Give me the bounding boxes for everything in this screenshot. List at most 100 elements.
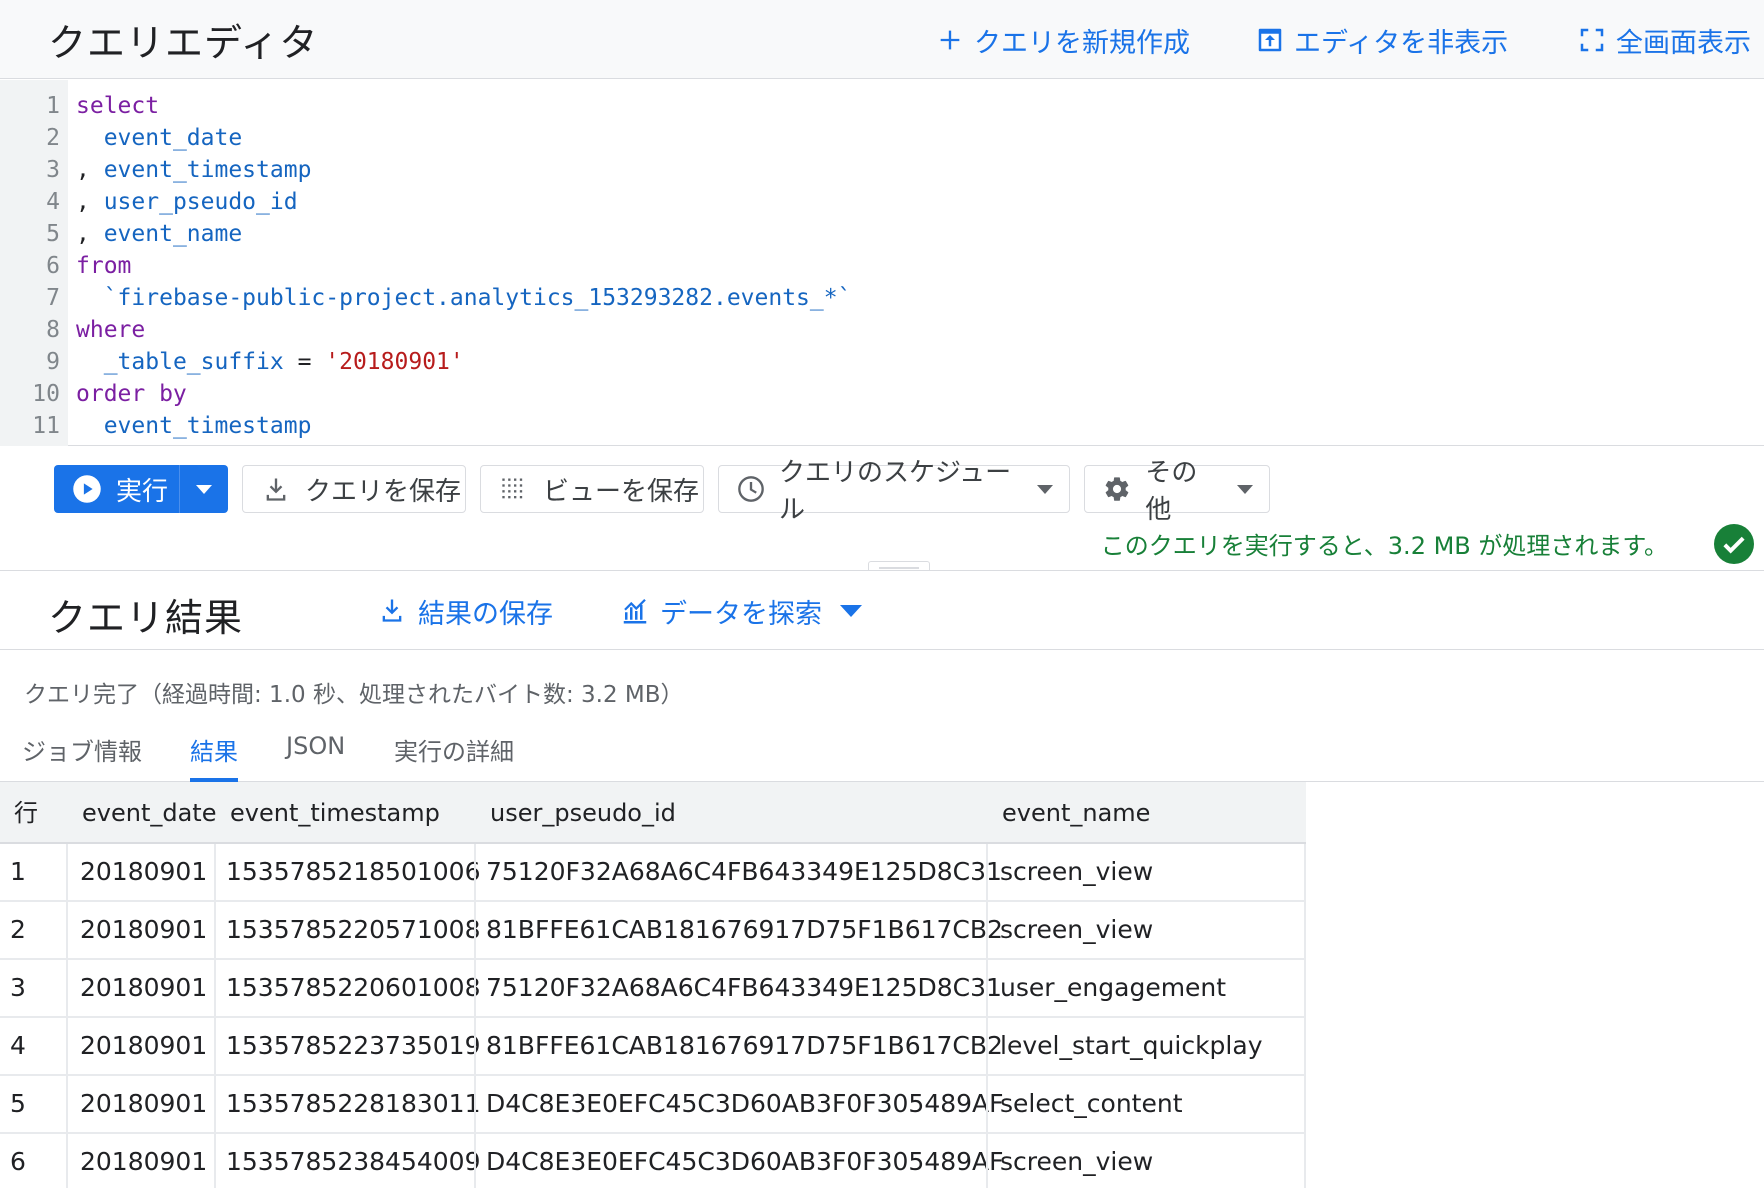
table-row[interactable]: 1 20180901 1535785218501006 75120F32A68A6C4…	[0, 844, 1306, 902]
table-cell: 20180901	[80, 1089, 208, 1118]
code-text: event_date	[76, 122, 242, 154]
code-line[interactable]: 4, user_pseudo_id	[0, 186, 1764, 218]
explore-data-label: データを探索	[660, 598, 822, 630]
schedule-query-label: クエリのスケジュール	[779, 458, 1012, 525]
column-header-user-pseudo-id: user_pseudo_id	[490, 799, 676, 827]
table-cell: D4C8E3E0EFC45C3D60AB3F0F305489AF	[486, 1089, 1004, 1118]
validator-message: このクエリを実行すると、3.2 MB が処理されます。	[1100, 532, 1668, 560]
code-token: from	[76, 253, 132, 279]
new-query-button[interactable]: クエリを新規作成	[934, 20, 1190, 60]
editor-toolbar: 実行 クエリを保存 ビューを保存 クエリのスケジュール その他 このクエリを実行…	[0, 446, 1764, 570]
chevron-down-icon	[1237, 484, 1253, 494]
line-number: 2	[46, 125, 60, 151]
code-line[interactable]: 6 from	[0, 250, 1764, 282]
run-button-group: 実行	[54, 465, 228, 513]
run-button[interactable]: 実行	[54, 465, 180, 513]
save-view-button[interactable]: ビューを保存	[480, 465, 704, 513]
table-cell: 4	[10, 1031, 26, 1060]
line-number: 5	[46, 221, 60, 247]
hide-editor-label: エディタを非表示	[1294, 27, 1509, 59]
check-circle-icon	[1714, 524, 1754, 564]
code-text: select	[76, 90, 159, 122]
table-row[interactable]: 6 20180901 1535785238454009 D4C8E3E0EFC45C3…	[0, 1134, 1306, 1188]
code-line[interactable]: 5 , event_name	[0, 218, 1764, 250]
download-icon	[378, 596, 408, 626]
code-text: , event_name	[76, 218, 242, 250]
tab-job-info[interactable]: ジョブ情報	[22, 732, 142, 782]
schedule-query-button[interactable]: クエリのスケジュール	[718, 458, 1070, 525]
code-token: order by	[76, 381, 187, 407]
code-token: where	[76, 317, 146, 343]
table-row[interactable]: 3 20180901 1535785220601008 75120F32A68A6C4…	[0, 960, 1306, 1018]
tab-json[interactable]: JSON	[286, 732, 345, 782]
code-line[interactable]: 3, event_timestamp	[0, 154, 1764, 186]
sql-editor[interactable]: 1 select 2 event_date 3, event_timestamp 4, …	[0, 80, 1764, 446]
code-token: _table_suffix	[103, 349, 284, 375]
plus-icon	[934, 24, 966, 56]
column-divider	[66, 844, 68, 1188]
table-cell: 6	[10, 1147, 26, 1176]
clock-icon	[737, 474, 765, 504]
job-status: クエリ完了（経過時間: 1.0 秒、処理されたバイト数: 3.2 MB）	[24, 682, 684, 708]
table-cell: 1535785228183011	[226, 1089, 481, 1118]
line-number: 8	[46, 317, 60, 343]
line-number: 11	[32, 413, 60, 439]
table-row[interactable]: 5 20180901 1535785228183011 D4C8E3E0EFC45C3…	[0, 1076, 1306, 1134]
tab-results[interactable]: 結果	[190, 732, 238, 782]
column-divider	[986, 844, 988, 1188]
code-token: ,	[76, 221, 104, 247]
explore-data-button[interactable]: データを探索	[620, 591, 862, 631]
table-cell: level_start_quickplay	[1000, 1031, 1263, 1060]
save-query-label: クエリを保存	[305, 476, 462, 507]
column-header-event-date: event_date	[82, 799, 217, 827]
tab-execution-details[interactable]: 実行の詳細	[394, 732, 514, 782]
run-label: 実行	[116, 476, 169, 507]
table-cell: 75120F32A68A6C4FB643349E125D8C31	[486, 857, 1002, 886]
code-line[interactable]: 7 `firebase-public-project.analytics_153…	[0, 282, 1764, 314]
column-header-event-timestamp: event_timestamp	[230, 799, 440, 827]
table-cell: 81BFFE61CAB181676917D75F1B617CB2	[486, 1031, 1003, 1060]
code-text: , user_pseudo_id	[76, 186, 298, 218]
table-cell: 20180901	[80, 1147, 208, 1176]
code-line[interactable]: 8 where	[0, 314, 1764, 346]
hide-editor-button[interactable]: エディタを非表示	[1254, 20, 1508, 60]
code-token: event_date	[103, 125, 243, 151]
more-button[interactable]: その他	[1084, 458, 1270, 525]
code-line[interactable]: 9 _table_suffix = '20180901'	[0, 346, 1764, 378]
chevron-down-icon	[840, 605, 862, 617]
table-cell: 20180901	[80, 1031, 208, 1060]
code-line[interactable]: 10 order by	[0, 378, 1764, 410]
table-cell: 2	[10, 915, 26, 944]
results-title: クエリ結果	[48, 596, 244, 640]
line-number: 7	[46, 285, 60, 311]
fullscreen-button[interactable]: 全画面表示	[1576, 20, 1751, 60]
code-text: _table_suffix = '20180901'	[76, 346, 464, 378]
line-number: 9	[46, 349, 60, 375]
code-token: user_pseudo_id	[103, 189, 298, 215]
fullscreen-label: 全画面表示	[1616, 27, 1751, 59]
code-line[interactable]: 1 select	[0, 90, 1764, 122]
table-cell: user_engagement	[1000, 973, 1227, 1002]
save-results-label: 結果の保存	[418, 598, 553, 630]
run-options-dropdown[interactable]	[180, 465, 228, 513]
results-tabs: ジョブ情報 結果 JSON 実行の詳細	[0, 720, 1764, 782]
table-cell: screen_view	[1000, 857, 1154, 886]
code-line[interactable]: 11 event_timestamp	[0, 410, 1764, 442]
table-cell: 1535785223735019	[226, 1031, 481, 1060]
table-row[interactable]: 2 20180901 1535785220571008 81BFFE61CAB1816…	[0, 902, 1306, 960]
code-line[interactable]: 2 event_date	[0, 122, 1764, 154]
table-row[interactable]: 4 20180901 1535785223735019 81BFFE61CAB1816…	[0, 1018, 1306, 1076]
chart-icon	[620, 596, 650, 626]
code-text: , event_timestamp	[76, 154, 311, 186]
gear-icon	[1103, 474, 1131, 504]
code-text: event_timestamp	[76, 410, 312, 442]
table-cell: 1535785218501006	[226, 857, 481, 886]
save-query-button[interactable]: クエリを保存	[242, 465, 466, 513]
table-cell: 3	[10, 973, 26, 1002]
code-token: event_timestamp	[103, 157, 312, 183]
save-results-button[interactable]: 結果の保存	[378, 591, 553, 631]
save-view-label: ビューを保存	[543, 476, 700, 507]
